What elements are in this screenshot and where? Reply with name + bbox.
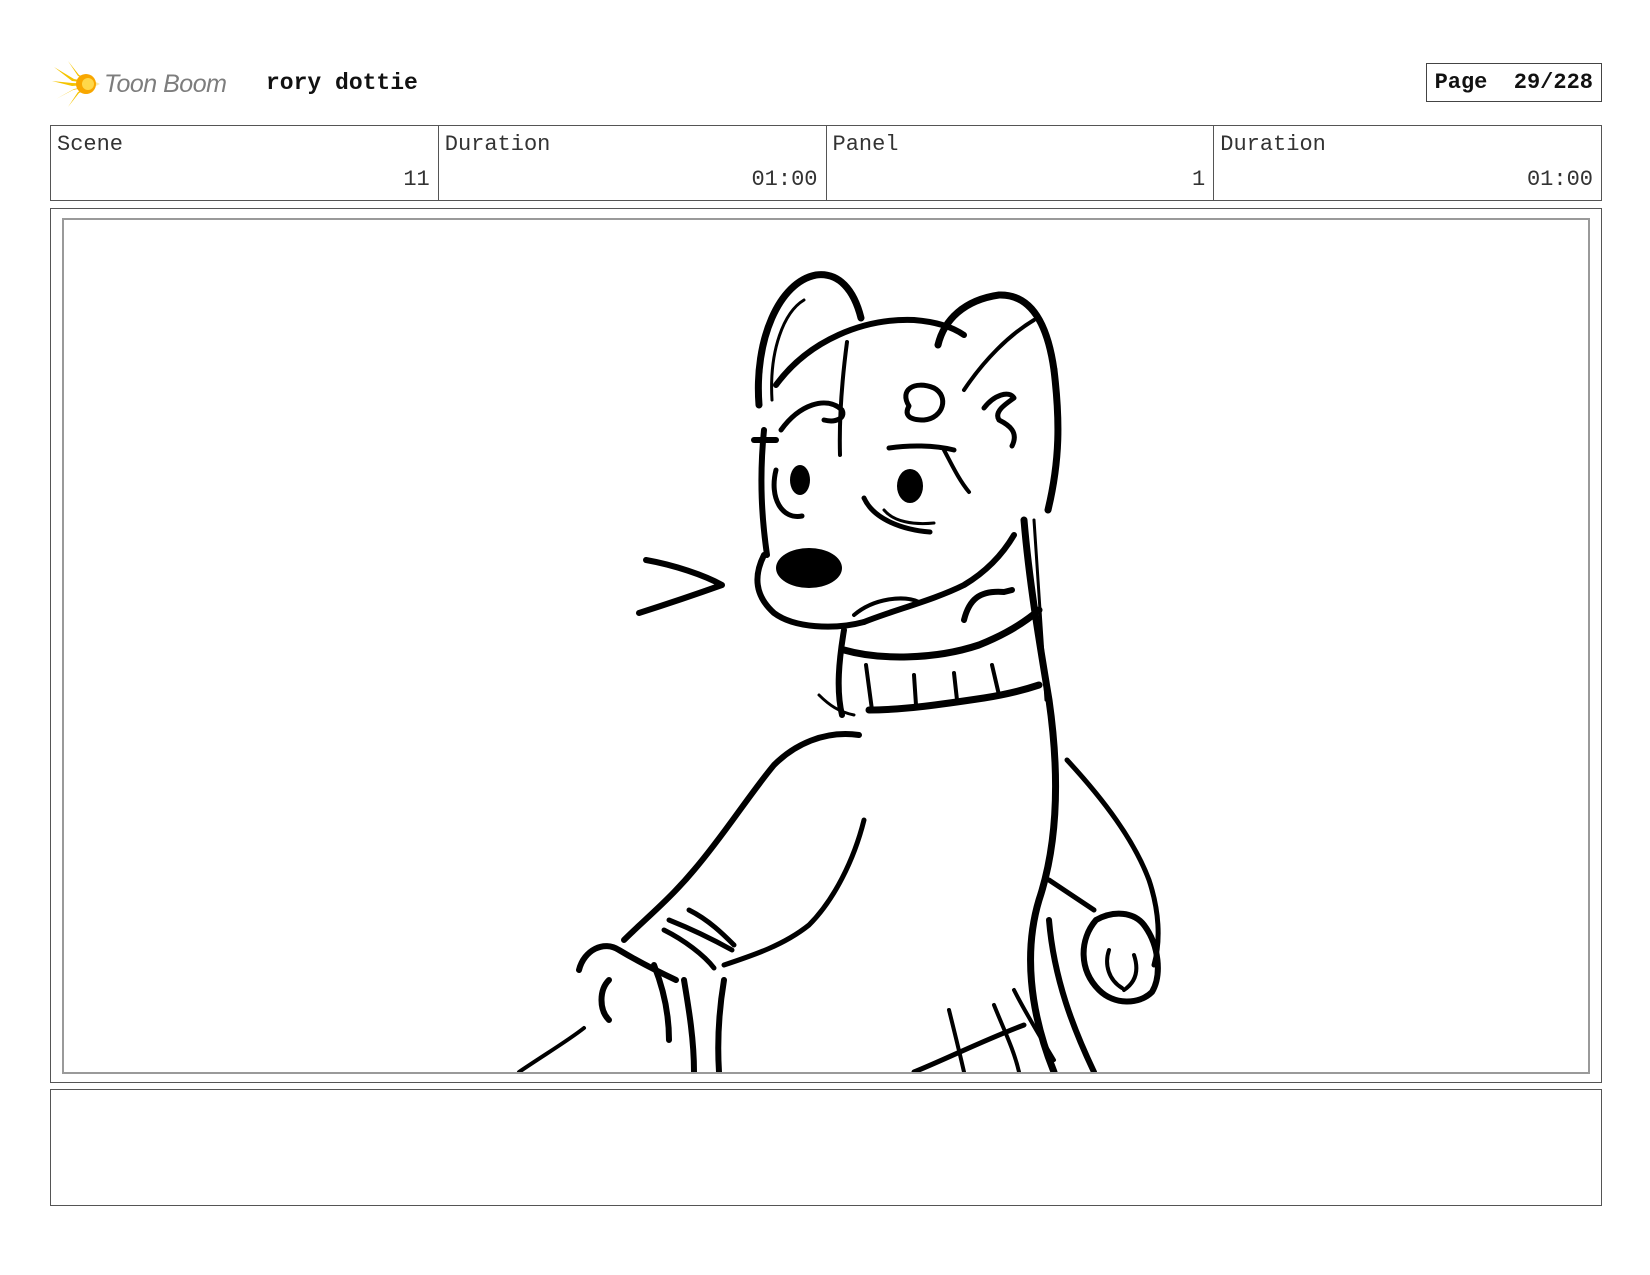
scene-duration-label: Duration xyxy=(444,132,551,157)
star-burst-icon xyxy=(52,61,100,107)
logo-text: Toon Boom xyxy=(104,69,227,98)
storyboard-sketch xyxy=(517,271,1161,1072)
page-number: 29/228 xyxy=(1513,70,1593,95)
page-label: Page xyxy=(1434,70,1488,95)
panel-cell: Panel 1 xyxy=(827,126,1215,200)
panel-frame xyxy=(50,208,1602,1083)
scene-cell: Scene 11 xyxy=(51,126,439,200)
panel-image xyxy=(62,218,1590,1074)
scene-duration-value: 01:00 xyxy=(751,167,818,192)
project-title: rory dottie xyxy=(266,70,418,96)
panel-duration-label: Duration xyxy=(1220,132,1326,157)
panel-notes-area xyxy=(50,1089,1602,1206)
scene-label: Scene xyxy=(57,132,124,157)
panel-value: 1 xyxy=(1192,167,1206,192)
toon-boom-logo: Toon Boom xyxy=(52,58,227,110)
scene-info-bar: Scene 11 Duration 01:00 Panel 1 Duration… xyxy=(50,125,1602,201)
page-indicator: Page 29/228 xyxy=(1425,63,1602,102)
panel-duration-value: 01:00 xyxy=(1526,167,1593,192)
storyboard-header: Toon Boom rory dottie Page 29/228 xyxy=(52,58,1602,110)
panel-label: Panel xyxy=(832,132,899,157)
panel-duration-cell: Duration 01:00 xyxy=(1214,126,1601,200)
scene-duration-cell: Duration 01:00 xyxy=(439,126,827,200)
scene-value: 11 xyxy=(403,167,430,192)
